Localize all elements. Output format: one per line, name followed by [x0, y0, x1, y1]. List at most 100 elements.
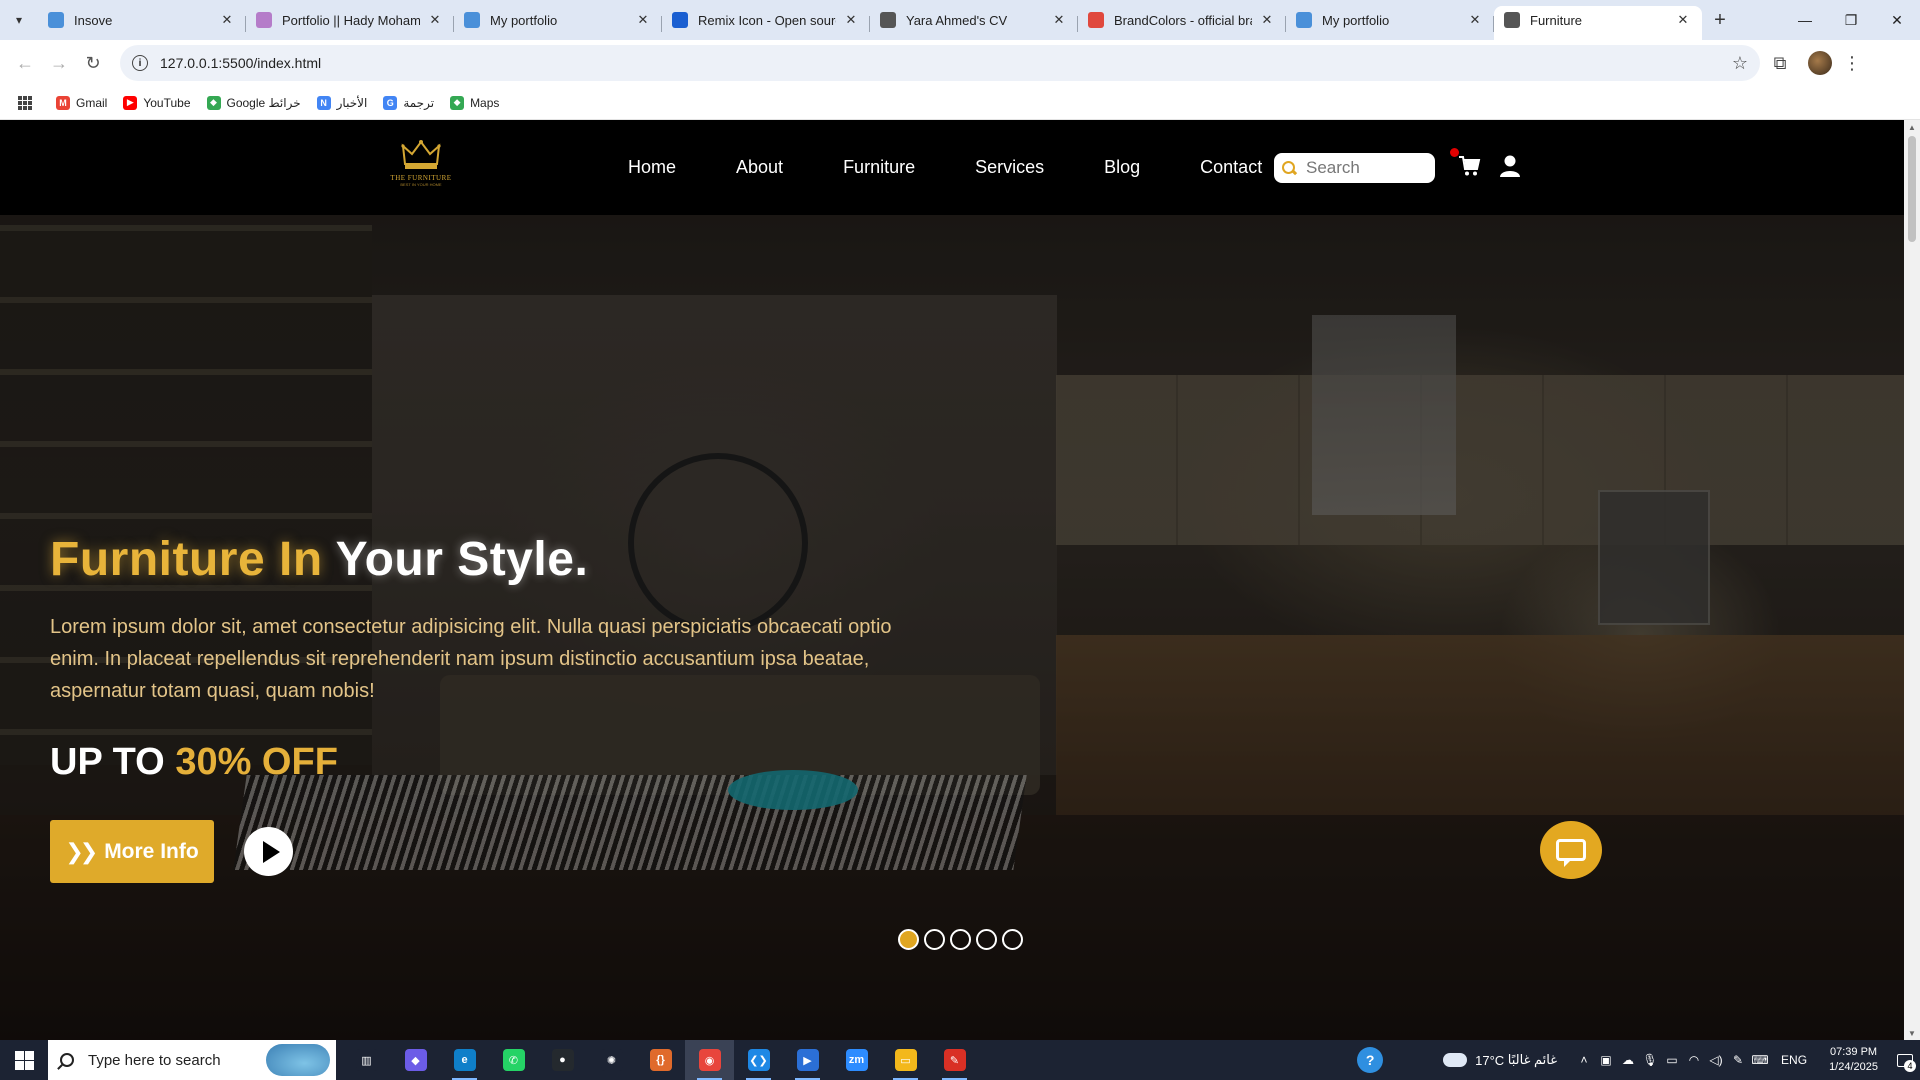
search-icon — [60, 1053, 74, 1067]
more-info-button[interactable]: ❯❯ More Info — [50, 820, 214, 883]
chat-button[interactable] — [1540, 821, 1602, 879]
weather-widget[interactable]: 17°C غائم غالبًا — [1439, 1047, 1557, 1068]
forward-button[interactable]: → — [42, 46, 76, 80]
cart-icon[interactable] — [1458, 154, 1482, 178]
volume-icon[interactable]: ◁) — [1705, 1053, 1727, 1067]
slider-dot[interactable] — [950, 929, 971, 950]
minimize-icon[interactable]: — — [1782, 0, 1828, 40]
taskbar-vscode-icon[interactable]: ❮❯ — [734, 1040, 783, 1080]
bookmark-item[interactable]: ◆ Google خرائط — [206, 95, 301, 110]
taskbar-zoom-icon[interactable]: zm — [832, 1040, 881, 1080]
browser-tab[interactable]: Portfolio || Hady Mohamed ✕ — [246, 6, 454, 40]
close-tab-icon[interactable]: ✕ — [218, 11, 236, 29]
taskbar-brackets-icon[interactable]: {} — [636, 1040, 685, 1080]
bookmark-item[interactable]: N الأخبار — [316, 95, 367, 110]
taskbar-chatgpt-icon[interactable]: ✺ — [587, 1040, 636, 1080]
back-button[interactable]: ← — [8, 46, 42, 80]
scrollbar-thumb[interactable] — [1908, 136, 1916, 242]
microphone-icon[interactable]: 🎙 — [1639, 1053, 1661, 1067]
taskbar-edge-icon[interactable]: e — [440, 1040, 489, 1080]
tab-favicon-icon — [880, 12, 896, 28]
bookmark-item[interactable]: ◆ Maps — [450, 95, 499, 110]
browser-tab[interactable]: Remix Icon - Open source ✕ — [662, 6, 870, 40]
browser-tab[interactable]: Yara Ahmed's CV ✕ — [870, 6, 1078, 40]
wifi-icon[interactable]: ◠ — [1683, 1053, 1705, 1067]
tab-title: Insove — [74, 12, 113, 28]
onedrive-icon[interactable]: ☁ — [1617, 1053, 1639, 1067]
bookmark-item[interactable]: M Gmail — [56, 95, 107, 110]
nav-link-furniture[interactable]: Furniture — [843, 157, 915, 178]
bookmark-star-icon[interactable]: ☆ — [1732, 53, 1748, 74]
page-scrollbar[interactable]: ▲ ▼ — [1904, 120, 1920, 1040]
notification-center-icon[interactable]: 4 — [1890, 1040, 1920, 1080]
slider-dot[interactable] — [924, 929, 945, 950]
browser-tab[interactable]: Furniture ✕ — [1494, 6, 1702, 40]
new-tab-button[interactable]: + — [1702, 6, 1738, 40]
url-text[interactable]: 127.0.0.1:5500/index.html — [160, 55, 1732, 71]
taskbar-clock[interactable]: 07:39 PM 1/24/2025 — [1829, 1045, 1878, 1075]
nav-link-services[interactable]: Services — [975, 157, 1044, 178]
nav-link-home[interactable]: Home — [628, 157, 676, 178]
close-tab-icon[interactable]: ✕ — [842, 11, 860, 29]
bookmark-item[interactable]: G ترجمة — [383, 95, 434, 110]
nav-link-blog[interactable]: Blog — [1104, 157, 1140, 178]
close-tab-icon[interactable]: ✕ — [1258, 11, 1276, 29]
browser-menu-icon[interactable]: ⋮ — [1840, 53, 1864, 74]
slider-dot[interactable] — [1002, 929, 1023, 950]
taskbar-copilot-icon[interactable]: ◆ — [391, 1040, 440, 1080]
chevron-up-icon[interactable]: ˄ — [1573, 1053, 1595, 1067]
search-input[interactable] — [1306, 158, 1426, 178]
language-indicator[interactable]: ENG — [1781, 1053, 1807, 1067]
help-icon[interactable]: ? — [1357, 1047, 1384, 1073]
taskbar-github-icon[interactable]: ● — [538, 1040, 587, 1080]
close-window-icon[interactable]: ✕ — [1874, 0, 1920, 40]
reload-button[interactable]: ↻ — [76, 46, 110, 80]
browser-tab[interactable]: BrandColors - official bra ✕ — [1078, 6, 1286, 40]
hero-offer: UP TO 30% OFF — [50, 741, 338, 784]
site-search[interactable] — [1274, 153, 1435, 183]
browser-tab[interactable]: My portfolio ✕ — [454, 6, 662, 40]
site-info-icon[interactable]: i — [132, 55, 148, 71]
close-tab-icon[interactable]: ✕ — [1466, 11, 1484, 29]
tab-title: Portfolio || Hady Mohamed — [282, 12, 420, 28]
close-tab-icon[interactable]: ✕ — [634, 11, 652, 29]
battery-icon[interactable]: ▭ — [1661, 1053, 1683, 1067]
windows-taskbar: Type here to search ▥ ◆ e ✆ ● ✺{} ◉ ❮❯ ▶ zm ▭ ✎ ? 1… — [0, 1040, 1920, 1080]
play-video-button[interactable] — [244, 827, 293, 876]
taskbar-file-explorer-icon[interactable]: ▭ — [881, 1040, 930, 1080]
taskbar-media-player-icon[interactable]: ▶ — [783, 1040, 832, 1080]
tab-search-button[interactable]: ▾ — [0, 0, 38, 40]
site-logo[interactable]: THE FURNITURE BEST IN YOUR HOME — [388, 138, 454, 198]
nav-link-contact[interactable]: Contact — [1200, 157, 1262, 178]
bookmark-item[interactable]: ▶ YouTube — [123, 95, 191, 110]
browser-toolbar: ← → ↻ i 127.0.0.1:5500/index.html ☆ ⧉ ⋮ — [0, 40, 1920, 86]
taskbar-whatsapp-icon[interactable]: ✆ — [489, 1040, 538, 1080]
meet-now-icon[interactable]: ▣ — [1595, 1053, 1617, 1067]
browser-tab[interactable]: My portfolio ✕ — [1286, 6, 1494, 40]
browser-tab[interactable]: Insove ✕ — [38, 6, 246, 40]
hero-description: Lorem ipsum dolor sit, amet consectetur … — [50, 616, 892, 702]
pen-icon[interactable]: ✎ — [1727, 1053, 1749, 1067]
windows-start-icon[interactable] — [0, 1040, 48, 1080]
address-bar[interactable]: i 127.0.0.1:5500/index.html ☆ — [120, 45, 1760, 81]
profile-avatar[interactable] — [1808, 51, 1832, 75]
taskbar-paint-icon[interactable]: ✎ — [930, 1040, 979, 1080]
taskbar-chrome-icon[interactable]: ◉ — [685, 1040, 734, 1080]
taskbar-task-view-icon[interactable]: ▥ — [342, 1040, 391, 1080]
double-chevron-right-icon: ❯❯ — [65, 838, 98, 864]
scroll-up-icon[interactable]: ▲ — [1904, 120, 1920, 134]
restore-icon[interactable]: ❐ — [1828, 0, 1874, 40]
bookmark-label: Google خرائط — [226, 95, 301, 110]
extensions-icon[interactable]: ⧉ — [1760, 53, 1800, 74]
taskbar-search[interactable]: Type here to search — [48, 1040, 336, 1080]
slider-dot[interactable] — [898, 929, 919, 950]
scroll-down-icon[interactable]: ▼ — [1904, 1026, 1920, 1040]
keyboard-icon[interactable]: ⌨ — [1749, 1053, 1771, 1067]
slider-dot[interactable] — [976, 929, 997, 950]
nav-link-about[interactable]: About — [736, 157, 783, 178]
apps-grid-icon[interactable] — [18, 95, 32, 110]
close-tab-icon[interactable]: ✕ — [1674, 11, 1692, 29]
close-tab-icon[interactable]: ✕ — [1050, 11, 1068, 29]
user-icon[interactable] — [1500, 154, 1520, 178]
close-tab-icon[interactable]: ✕ — [426, 11, 444, 29]
